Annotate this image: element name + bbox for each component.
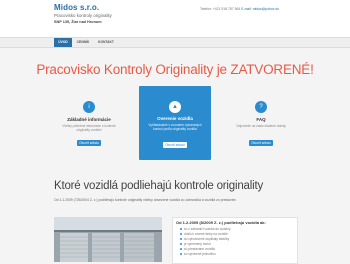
brand-suffix: s.r.o.: [79, 3, 100, 12]
bullet-icon: [180, 243, 182, 246]
card-text: Vyhľadávanie v zozname vykonaných kontro…: [148, 123, 202, 132]
requirements-heading: Od 1.2.2009 (8/2009 Z. z.) podliehajú vo…: [176, 220, 266, 225]
nav-item-uvod[interactable]: ÚVOD: [54, 38, 72, 47]
list-item-text: došlo k zmene farby na vozidle: [184, 232, 228, 236]
building-image: [54, 217, 162, 262]
card-title: Základné informácie: [67, 117, 111, 122]
contacts: Telefón: +421 918 787 564 E-mail: midos@…: [200, 7, 279, 11]
list-item: došlo k zmene farby na vozidle: [180, 232, 228, 236]
brand-name: Midos: [54, 3, 78, 12]
inspection-station-photo: [54, 217, 162, 262]
nav-item-kontakt[interactable]: KONTAKT: [94, 38, 118, 47]
card-text: Všetky potrebné informácie o kontrole or…: [62, 124, 116, 133]
card-title: FAQ: [256, 117, 266, 122]
bullet-icon: [180, 233, 182, 236]
bullet-icon: [180, 228, 182, 231]
info-icon: i: [83, 101, 95, 113]
tagline: Pracovisko kontroly originality: [54, 13, 112, 18]
car-icon: ▲: [169, 101, 181, 113]
list-item: sú vyhotovené duplikáty tabuľky: [180, 237, 229, 241]
main-nav: [0, 37, 350, 48]
card-text: Odpovede na často kladené otázky: [236, 124, 286, 128]
section-text: Od 1.1.2009 (725/2004 Z. z.) podliehajú …: [54, 198, 237, 202]
open-section-button[interactable]: Otvoriť sekciu: [77, 140, 101, 146]
closed-headline: Pracovisko Kontroly Originality je ZATVO…: [36, 62, 314, 77]
card-vehicle-check: ▲ Overenie vozidla Vyhľadávanie v zoznam…: [139, 86, 211, 160]
email-link[interactable]: E-mail: midos@pobox.sk: [241, 7, 279, 11]
section-title: Ktoré vozidlá podliehajú kontrole origin…: [54, 180, 263, 192]
list-item: sú vyrobené jednotlivo: [180, 252, 216, 256]
bullet-icon: [180, 238, 182, 241]
list-item: je vymenený motor: [180, 242, 211, 246]
list-item-text: je vymenený motor: [184, 242, 211, 246]
address: SNP 135, Žiar nad Hronom: [54, 20, 102, 24]
list-item: sú v zahraničí vozidla do cudziny: [180, 227, 231, 231]
list-item-text: sú v zahraničí vozidla do cudziny: [184, 227, 231, 231]
question-icon: ?: [255, 101, 267, 113]
nav-item-cennik[interactable]: CENNÍK: [72, 38, 94, 47]
brand-logo[interactable]: Midos s.r.o.: [54, 3, 99, 12]
phone: Telefón: +421 918 787 564: [200, 7, 241, 11]
list-item-text: sú prestavané vozidlá: [184, 247, 215, 251]
header: [0, 0, 350, 37]
card-title: Overenie vozidla: [157, 116, 193, 121]
list-item: sú prestavané vozidlá: [180, 247, 215, 251]
list-item-text: sú vyhotovené duplikáty tabuľky: [184, 237, 230, 241]
open-section-button[interactable]: Otvoriť sekciu: [163, 142, 187, 148]
bullet-icon: [180, 253, 182, 256]
card-faq: ? FAQ Odpovede na často kladené otázky O…: [226, 96, 296, 160]
bullet-icon: [180, 248, 182, 251]
open-section-button[interactable]: Otvoriť sekciu: [249, 140, 273, 146]
list-item-text: sú vyrobené jednotlivo: [184, 252, 216, 256]
card-basic-info: i Základné informácie Všetky potrebné in…: [54, 96, 124, 160]
